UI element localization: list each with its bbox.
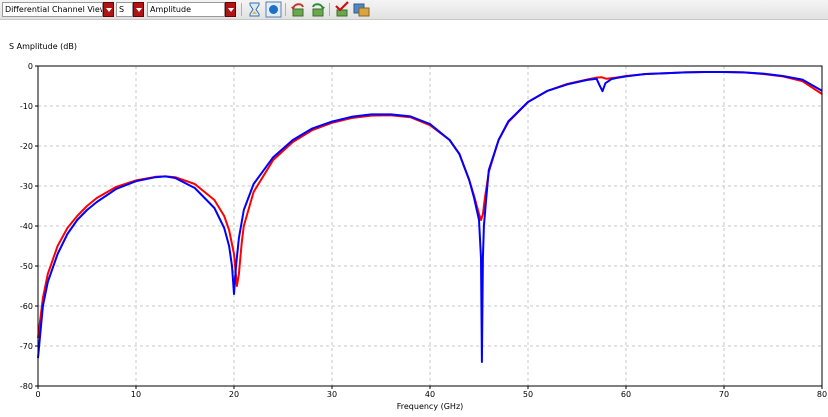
x-tick-label: 80 — [817, 390, 827, 399]
x-tick-label: 40 — [425, 390, 435, 399]
y-tick-label: -50 — [20, 262, 33, 271]
hourglass-icon[interactable] — [246, 1, 263, 18]
toolbar-separator — [241, 3, 242, 16]
toolbar-separator — [285, 3, 286, 16]
grid — [38, 66, 822, 386]
x-axis-label: Frequency (GHz) — [397, 402, 464, 411]
record-icon[interactable] — [265, 1, 282, 18]
y-tick-label: -80 — [20, 382, 33, 391]
x-tick-label: 30 — [327, 390, 337, 399]
x-tick-label: 70 — [719, 390, 729, 399]
toolbar: Differential Channel View S Amplitude — [0, 0, 828, 20]
param-select[interactable]: S — [116, 2, 133, 17]
x-tick-label: 0 — [35, 390, 40, 399]
param-select-dropdown-button[interactable] — [133, 2, 144, 17]
chart-title: S Amplitude (dB) — [9, 42, 77, 51]
x-tick-label: 20 — [229, 390, 239, 399]
chart-area: S Amplitude (dB) 0 10 20 30 40 50 60 70 80 0 -10 -2… — [0, 20, 828, 413]
y-tick-label: -40 — [20, 222, 33, 231]
y-tick-label: -70 — [20, 342, 33, 351]
redo-icon[interactable] — [309, 1, 326, 18]
view-select[interactable]: Differential Channel View — [2, 2, 103, 17]
y-tick-label: -30 — [20, 182, 33, 191]
checkmark-icon[interactable] — [334, 1, 351, 18]
y-tick-label: -20 — [20, 142, 33, 151]
y-tick-label: 0 — [28, 62, 33, 71]
toolbar-separator — [329, 3, 330, 16]
export-icon[interactable] — [353, 1, 370, 18]
view-select-dropdown-button[interactable] — [103, 2, 114, 17]
amplitude-chart: S Amplitude (dB) 0 10 20 30 40 50 60 70 80 0 -10 -2… — [9, 42, 827, 411]
y-tick-label: -60 — [20, 302, 33, 311]
x-tick-label: 10 — [131, 390, 141, 399]
axis-ticks: 0 10 20 30 40 50 60 70 80 0 -10 -20 -30 -40 -50 -60 -70 -… — [20, 62, 827, 399]
format-select-dropdown-button[interactable] — [225, 2, 236, 17]
y-tick-label: -10 — [20, 102, 33, 111]
x-tick-label: 50 — [523, 390, 533, 399]
format-select[interactable]: Amplitude — [147, 2, 225, 17]
undo-icon[interactable] — [290, 1, 307, 18]
x-tick-label: 60 — [621, 390, 631, 399]
